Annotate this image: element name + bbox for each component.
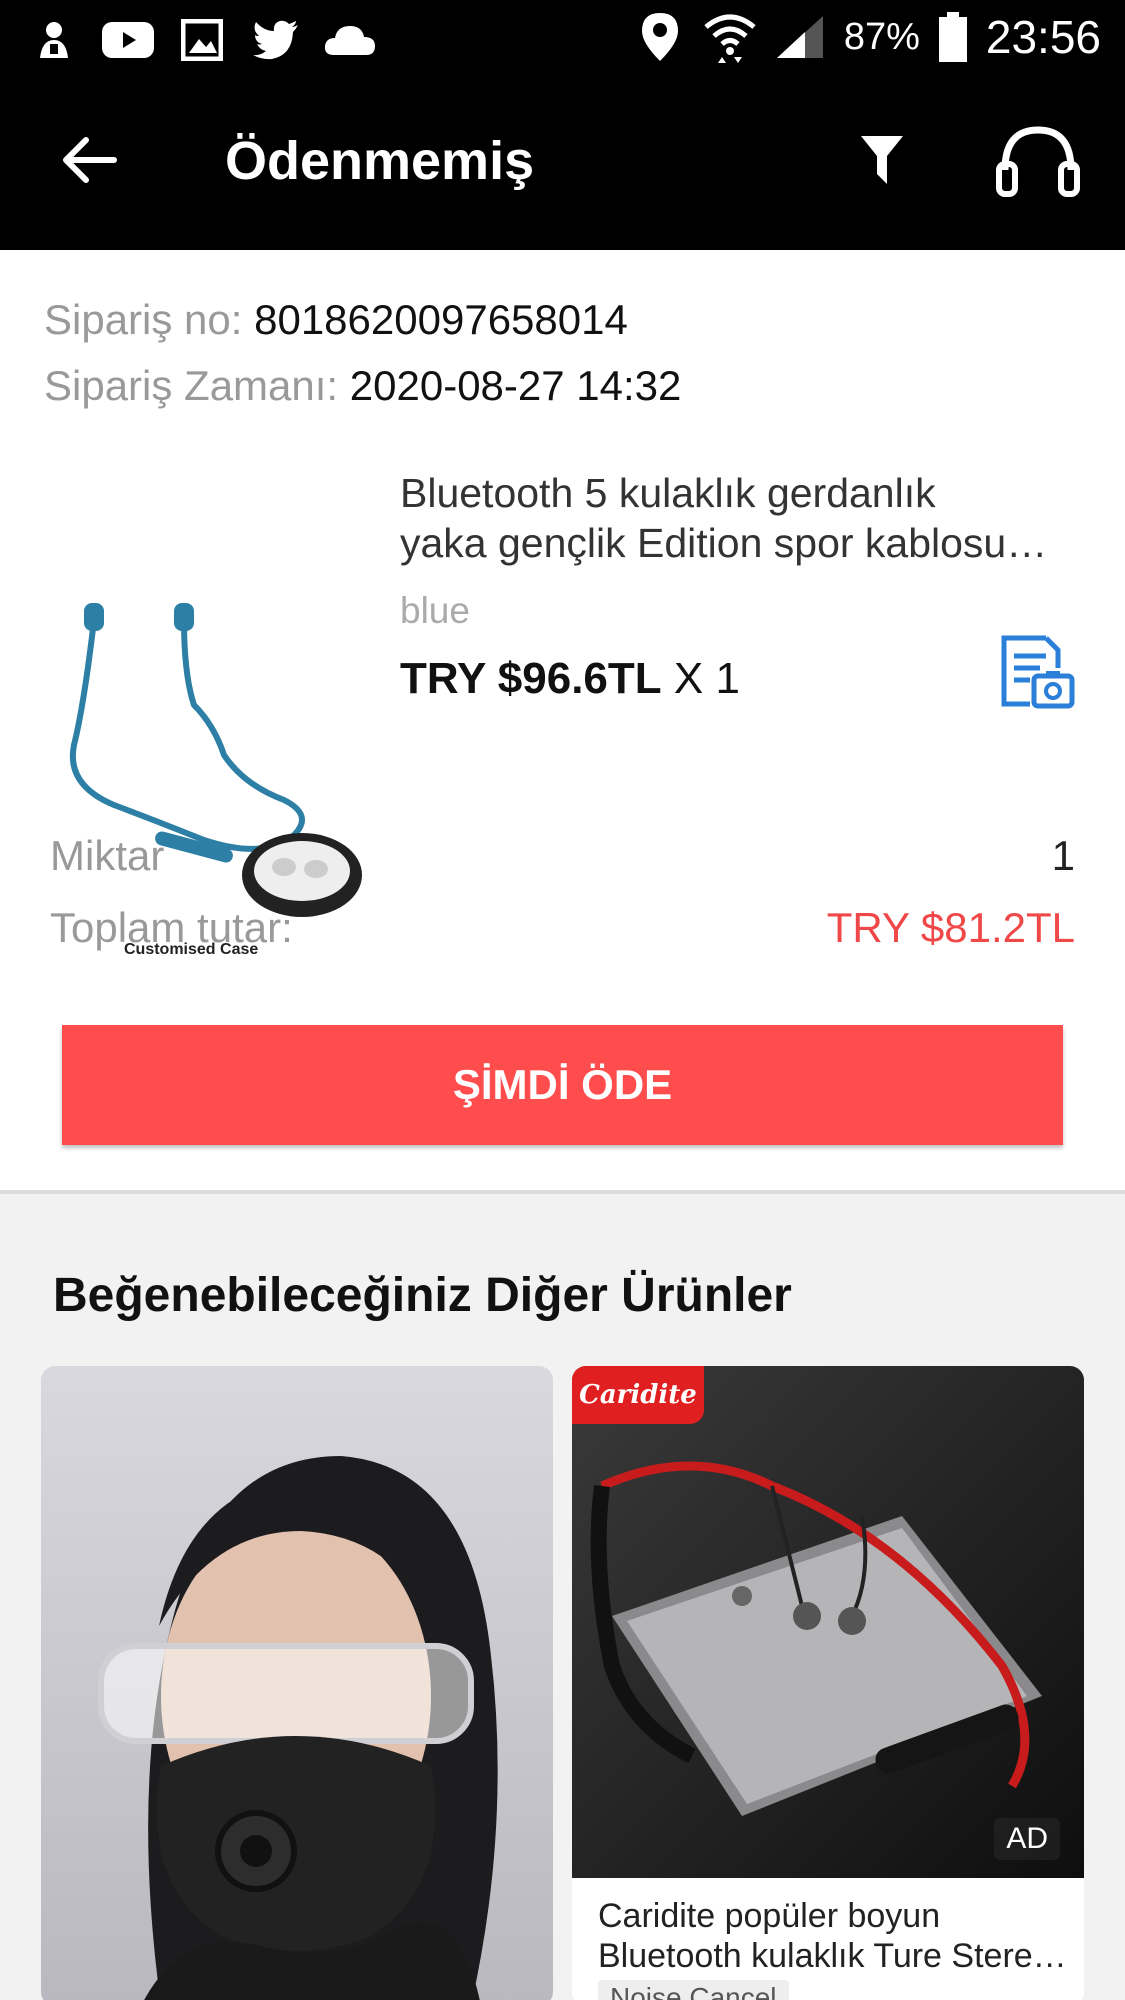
ad-badge: AD: [994, 1818, 1060, 1860]
product-price: TRY $96.6TL: [400, 654, 662, 703]
product-title-line1: Bluetooth 5 kulaklık gerdanlık: [400, 470, 936, 516]
app-bar: Ödenmemiş: [0, 80, 1125, 250]
headset-icon: [995, 124, 1081, 205]
product-price-row: TRY $96.6TL X 1: [400, 654, 740, 704]
cloud-icon: [324, 14, 376, 66]
twitter-icon: [250, 14, 302, 66]
battery-percent: 87%: [843, 15, 920, 58]
quantity-value: 1: [1051, 832, 1075, 879]
recommendation-title-line2: Bluetooth kulaklık Ture Stere…: [598, 1937, 1067, 1975]
recommendation-card[interactable]: [41, 1366, 553, 2000]
feature-tag: Noise Cancel: [598, 1980, 789, 2000]
signal-icon: [774, 11, 826, 63]
gallery-icon: [176, 14, 228, 66]
order-card: Sipariş no: 8018620097658014 Sipariş Zam…: [0, 250, 1125, 1190]
pay-now-button[interactable]: ŞİMDİ ÖDE: [62, 1025, 1063, 1145]
recommendations-title: Beğenebileceğiniz Diğer Ürünler: [53, 1269, 792, 1322]
recommendation-card[interactable]: Caridite AD Caridite popüler boyun Bluet…: [572, 1366, 1084, 2000]
page-title: Ödenmemiş: [225, 131, 535, 191]
recommendation-title: Caridite popüler boyun Bluetooth kulaklı…: [598, 1896, 1068, 1976]
brand-badge: Caridite: [572, 1366, 704, 1424]
total-label: Toplam tutar:: [50, 904, 293, 951]
battery-icon: [938, 11, 968, 63]
receipt-camera-icon: [996, 635, 1076, 718]
order-number-label: Sipariş no:: [44, 296, 243, 343]
order-time-value: 2020-08-27 14:32: [349, 362, 682, 409]
filter-icon: [859, 134, 905, 191]
product-quantity: X 1: [673, 654, 740, 703]
product-image: [41, 1366, 553, 2000]
order-time-row: Sipariş Zamanı: 2020-08-27 14:32: [44, 362, 681, 410]
system-status: 87% 23:56: [634, 10, 1101, 64]
android-debug-icon: [28, 14, 80, 66]
total-value: TRY $81.2TL: [826, 904, 1075, 951]
product-title[interactable]: Bluetooth 5 kulaklık gerdanlık yaka genç…: [400, 468, 1080, 568]
section-divider: [0, 1190, 1125, 1194]
filter-button[interactable]: [842, 122, 922, 202]
order-number-row: Sipariş no: 8018620097658014: [44, 296, 628, 344]
receipt-photo-button[interactable]: [996, 634, 1076, 714]
youtube-icon: [102, 14, 154, 66]
recommendation-title-line1: Caridite popüler boyun: [598, 1897, 941, 1935]
customer-service-button[interactable]: [990, 116, 1086, 212]
product-variant: blue: [400, 590, 470, 631]
product-image: [572, 1366, 1084, 1878]
arrow-left-icon: [62, 136, 118, 189]
order-number-value: 8018620097658014: [254, 296, 628, 343]
notification-icons: [28, 14, 376, 66]
order-time-label: Sipariş Zamanı:: [44, 362, 339, 409]
location-icon: [634, 11, 686, 63]
status-bar: 87% 23:56: [0, 0, 1125, 80]
quantity-label: Miktar: [50, 832, 165, 879]
clock: 23:56: [985, 11, 1101, 63]
product-title-line2: yaka gençlik Edition spor kablosu…: [400, 520, 1048, 566]
wifi-icon: [704, 11, 756, 63]
back-button[interactable]: [50, 122, 130, 202]
